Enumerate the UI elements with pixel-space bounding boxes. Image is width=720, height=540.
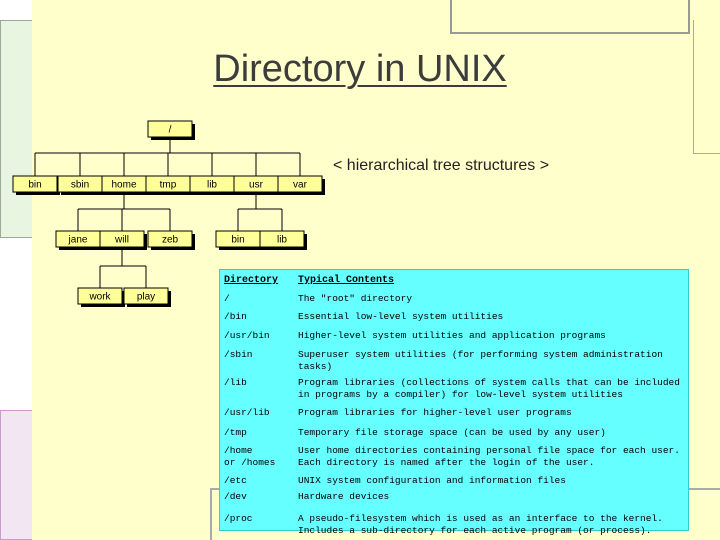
- table-cell-contents: Program libraries (collections of system…: [298, 377, 680, 400]
- table-cell-directory: /lib: [224, 377, 247, 388]
- table-cell-contents: Program libraries for higher-level user …: [298, 407, 572, 418]
- table-cell-contents: A pseudo-filesystem which is used as an …: [298, 513, 663, 536]
- node-label: zeb: [162, 235, 179, 246]
- node-label: usr: [249, 180, 264, 191]
- node-label: will: [114, 235, 129, 246]
- node-label: sbin: [71, 180, 89, 191]
- node-label: var: [293, 180, 308, 191]
- tree-node-usr: usr: [233, 175, 281, 195]
- table-cell-directory: /tmp: [224, 427, 247, 438]
- tree-node-home: home: [101, 175, 149, 195]
- table-cell-contents: Essential low-level system utilities: [298, 311, 504, 322]
- tree-node-var: var: [277, 175, 325, 195]
- node-label: play: [137, 292, 155, 303]
- node-label: home: [111, 180, 136, 191]
- table-cell-contents: The "root" directory: [298, 293, 413, 304]
- table-cell-directory: /usr/lib: [224, 407, 270, 418]
- table-cell-directory: /bin: [224, 311, 247, 322]
- tree-node-lib: lib: [189, 175, 237, 195]
- node-label: lib: [207, 180, 217, 191]
- table-cell-directory: /etc: [224, 475, 247, 486]
- directory-contents-table: Directory Typical Contents / The "root" d…: [219, 269, 689, 536]
- table-cell-directory: /: [224, 293, 230, 304]
- tree-node-will: will: [99, 230, 147, 250]
- node-label: work: [88, 292, 111, 303]
- node-label: /: [169, 125, 172, 136]
- tree-node-work: work: [77, 287, 125, 307]
- table-cell-directory: /sbin: [224, 349, 253, 360]
- node-label: lib: [277, 235, 287, 246]
- table-cell-contents: UNIX system configuration and informatio…: [298, 475, 566, 486]
- table-cell-contents: User home directories containing persona…: [298, 445, 680, 468]
- table-cell-contents: Temporary file storage space (can be use…: [298, 427, 606, 438]
- tree-node-root: /: [147, 120, 195, 140]
- table-cell-directory: /home or /homes: [224, 445, 276, 468]
- node-label: jane: [68, 235, 88, 246]
- slide-subtitle: < hierarchical tree structures >: [333, 157, 550, 174]
- table-cell-directory: /dev: [224, 491, 247, 502]
- tree-node-tmp: tmp: [145, 175, 193, 195]
- tree-node-usr-bin: bin: [215, 230, 263, 250]
- table-cell-directory: /proc: [224, 513, 253, 524]
- table-cell-directory: /usr/bin: [224, 330, 270, 341]
- table-cell-contents: Superuser system utilities (for performi…: [298, 349, 663, 372]
- table-header-directory: Directory: [224, 275, 279, 286]
- tree-node-zeb: zeb: [147, 230, 195, 250]
- node-label: bin: [28, 180, 41, 191]
- tree-node-play: play: [123, 287, 171, 307]
- tree-node-bin: bin: [12, 175, 60, 195]
- table-cell-contents: Higher-level system utilities and applic…: [298, 330, 606, 341]
- table-header-contents: Typical Contents: [298, 275, 395, 286]
- node-label: tmp: [160, 180, 177, 191]
- table-cell-contents: Hardware devices: [298, 491, 390, 502]
- tree-node-sbin: sbin: [57, 175, 105, 195]
- tree-node-usr-lib: lib: [259, 230, 307, 250]
- node-label: bin: [231, 235, 244, 246]
- tree-node-jane: jane: [55, 230, 103, 250]
